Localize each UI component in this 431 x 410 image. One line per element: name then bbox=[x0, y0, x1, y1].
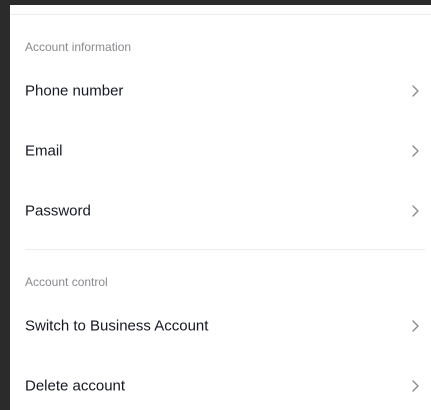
settings-row-password[interactable]: Password bbox=[10, 181, 431, 241]
chevron-right-icon bbox=[409, 144, 421, 158]
chevron-right-icon bbox=[409, 204, 421, 218]
section-header-account-information: Account information bbox=[25, 40, 132, 54]
row-label: Password bbox=[25, 202, 91, 220]
settings-row-email[interactable]: Email bbox=[10, 121, 431, 181]
settings-row-phone-number[interactable]: Phone number bbox=[10, 61, 431, 121]
screen-frame: Account information Phone number Email P… bbox=[0, 0, 431, 410]
settings-row-delete-account[interactable]: Delete account bbox=[10, 356, 431, 410]
chevron-right-icon bbox=[409, 379, 421, 393]
chevron-right-icon bbox=[409, 84, 421, 98]
row-label: Delete account bbox=[25, 377, 126, 395]
section-divider bbox=[25, 249, 425, 250]
row-label: Email bbox=[25, 142, 63, 160]
row-label: Switch to Business Account bbox=[25, 317, 209, 335]
top-edge bbox=[10, 5, 431, 15]
settings-row-switch-to-business-account[interactable]: Switch to Business Account bbox=[10, 296, 431, 356]
section-header-account-control: Account control bbox=[25, 275, 108, 289]
row-label: Phone number bbox=[25, 82, 124, 100]
settings-panel: Account information Phone number Email P… bbox=[10, 5, 431, 410]
chevron-right-icon bbox=[409, 319, 421, 333]
